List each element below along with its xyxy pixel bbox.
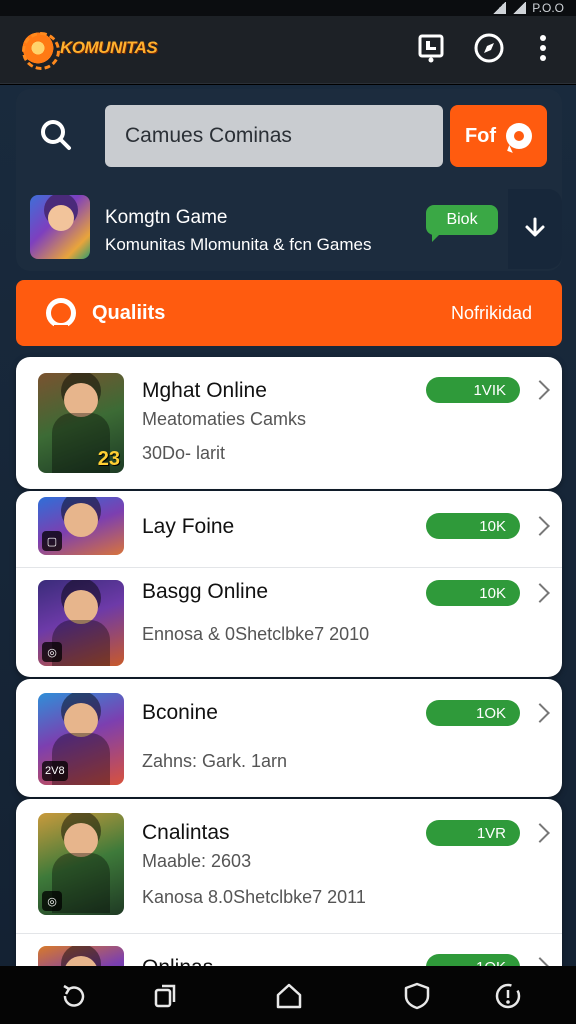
banner-left-label: Qualiits — [92, 301, 166, 324]
list-item[interactable]: 2V8 Bconine Zahns: Gark. 1arn 1OK — [16, 679, 562, 797]
game-thumbnail — [38, 946, 124, 966]
chevron-right-icon[interactable] — [530, 823, 550, 843]
app-title: KOMUNITAS — [60, 38, 158, 57]
list-item[interactable]: ▢ Lay Foine 10K — [16, 491, 562, 567]
list-item[interactable]: 23 Mghat Online Meatomaties Camks 30Do- … — [16, 357, 562, 489]
featured-badge[interactable]: Biok — [426, 205, 498, 242]
list-item[interactable]: ◎ Cnalintas Maable: 2603 Kanosa 8.0Shetc… — [16, 799, 562, 933]
more-vertical-icon[interactable] — [526, 30, 560, 66]
game-meta: Ennosa & 0Shetclbke7 2010 — [142, 624, 370, 644]
game-thumbnail: 23 — [38, 373, 124, 473]
search-icon[interactable] — [38, 117, 74, 153]
recent-apps-icon[interactable] — [150, 980, 182, 1012]
notification-icon[interactable] — [492, 980, 524, 1012]
compass-icon[interactable] — [472, 30, 506, 66]
featured-game-title[interactable]: Komgtn Game — [105, 207, 228, 229]
main-content: Fof Komgtn Game Komunitas Mlomunita & fc… — [0, 85, 576, 966]
game-title: Bconine — [142, 701, 218, 724]
game-thumbnail: ◎ — [38, 813, 124, 915]
home-icon[interactable] — [273, 980, 305, 1012]
clipboard-icon[interactable] — [414, 30, 448, 66]
gallery-icon: ◎ — [42, 891, 62, 911]
game-title: Mghat Online — [142, 379, 267, 402]
chevron-right-icon[interactable] — [530, 957, 550, 966]
member-count-badge: 1OK — [426, 700, 520, 726]
hero-artwork — [64, 383, 98, 417]
game-description: Meatomaties Camks — [142, 409, 307, 429]
member-count-badge: 1OK — [426, 954, 520, 966]
game-card: ▢ Lay Foine 10K ◎ Basgg Online Ennosa & … — [16, 491, 562, 677]
category-banner[interactable]: Qualiits Nofrikidad — [16, 280, 562, 346]
list-item[interactable]: Onlinas 1OK — [16, 934, 562, 966]
game-thumbnail: 2V8 — [38, 693, 124, 785]
status-time: P.O.O — [532, 1, 564, 15]
hero-artwork — [64, 823, 98, 857]
system-nav-bar — [0, 966, 576, 1024]
thumbnail-number: 23 — [97, 448, 120, 470]
search-button-label: Fof — [464, 124, 497, 147]
gallery-icon: ◎ — [42, 642, 62, 662]
member-count-badge: 1VR — [426, 820, 520, 846]
game-thumbnail: ◎ — [38, 580, 124, 666]
game-title: Cnalintas — [142, 821, 230, 844]
gallery-icon: 2V8 — [42, 761, 68, 781]
hero-artwork — [64, 703, 98, 737]
status-bar: P.O.O — [0, 0, 576, 16]
hero-artwork — [64, 956, 98, 966]
game-meta: 30Do- larit — [142, 443, 226, 463]
game-title: Onlinas — [142, 956, 213, 966]
member-count-badge: 10K — [426, 580, 520, 606]
download-button[interactable] — [508, 189, 562, 269]
featured-game-subtitle: Komunitas Mlomunita & fcn Games — [105, 235, 372, 254]
member-count-badge: 1VIK — [426, 377, 520, 403]
game-card: ◎ Cnalintas Maable: 2603 Kanosa 8.0Shetc… — [16, 799, 562, 966]
game-description: Maable: 2603 — [142, 851, 252, 871]
gallery-icon: ▢ — [42, 531, 62, 551]
search-input[interactable] — [105, 105, 443, 167]
refresh-icon[interactable] — [58, 980, 90, 1012]
search-panel: Fof Komgtn Game Komunitas Mlomunita & fc… — [16, 89, 562, 271]
chevron-right-icon[interactable] — [530, 380, 550, 400]
community-icon — [46, 298, 76, 331]
game-meta: Zahns: Gark. 1arn — [142, 751, 288, 771]
chat-bubble-icon — [506, 123, 533, 149]
game-title: Lay Foine — [142, 515, 235, 538]
banner-right-label[interactable]: Nofrikidad — [451, 303, 532, 324]
download-icon — [525, 217, 545, 237]
list-item[interactable]: ◎ Basgg Online Ennosa & 0Shetclbke7 2010… — [16, 568, 562, 677]
search-button[interactable]: Fof — [450, 105, 547, 167]
signal-icon — [492, 2, 507, 14]
app-bar: KOMUNITAS — [0, 16, 576, 84]
featured-game-thumbnail[interactable] — [30, 195, 90, 259]
game-thumbnail: ▢ — [38, 497, 124, 555]
chevron-right-icon[interactable] — [530, 516, 550, 536]
game-title: Basgg Online — [142, 580, 269, 603]
chevron-right-icon[interactable] — [530, 583, 550, 603]
game-card: 23 Mghat Online Meatomaties Camks 30Do- … — [16, 357, 562, 489]
shield-icon[interactable] — [401, 980, 433, 1012]
app-logo[interactable]: KOMUNITAS — [20, 30, 158, 70]
chevron-right-icon[interactable] — [530, 703, 550, 723]
signal-icon — [512, 2, 527, 14]
member-count-badge: 10K — [426, 513, 520, 539]
hero-artwork — [64, 503, 98, 537]
logo-gear-icon — [20, 30, 60, 70]
game-meta: Kanosa 8.0Shetclbke7 2011 — [142, 887, 366, 907]
hero-artwork — [64, 590, 98, 624]
game-card: 2V8 Bconine Zahns: Gark. 1arn 1OK — [16, 679, 562, 797]
